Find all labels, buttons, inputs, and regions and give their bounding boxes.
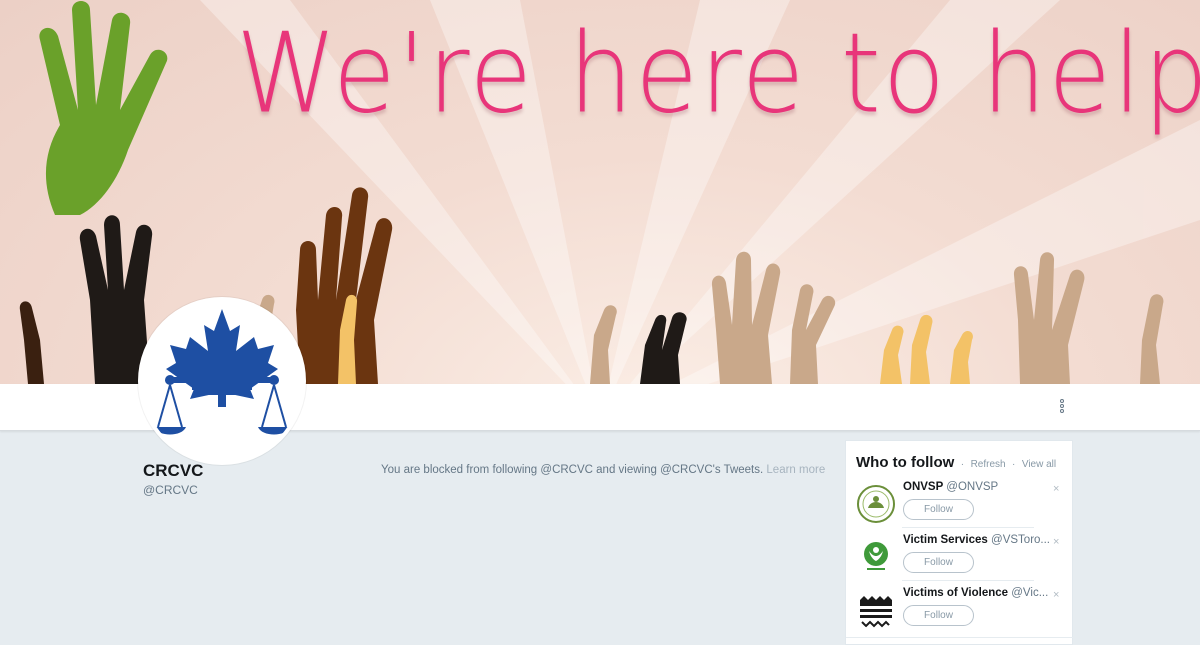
suggestion-name[interactable]: Victims of Violence <box>903 587 1008 599</box>
dismiss-icon[interactable]: × <box>1053 589 1059 601</box>
suggestion-name-line[interactable]: Victim Services @VSToro... <box>903 534 1050 546</box>
suggestion-name-line[interactable]: Victims of Violence @Vic... <box>903 587 1048 599</box>
suggestion-handle[interactable]: @VSToro... <box>991 534 1050 546</box>
victim-services-logo-icon <box>857 538 895 576</box>
suggestion-name-line[interactable]: ONVSP @ONVSP <box>903 481 998 493</box>
learn-more-link[interactable]: Learn more <box>766 464 825 476</box>
suggestion-item: Victims of Violence @Vic... × Follow <box>846 587 1074 640</box>
profile-handle[interactable]: @CRCVC <box>143 483 198 497</box>
victims-of-violence-logo-icon <box>857 591 895 629</box>
suggestion-handle[interactable]: @ONVSP <box>946 481 998 493</box>
suggestion-name[interactable]: Victim Services <box>903 534 988 546</box>
who-to-follow-header: Who to follow · Refresh · View all <box>856 454 1056 472</box>
divider <box>902 580 1034 581</box>
profile-name[interactable]: CRCVC <box>143 461 203 481</box>
view-all-link[interactable]: View all <box>1022 459 1056 470</box>
refresh-link[interactable]: Refresh <box>971 459 1006 470</box>
follow-button[interactable]: Follow <box>903 552 974 573</box>
more-options-icon[interactable] <box>1052 398 1072 418</box>
suggestion-name[interactable]: ONVSP <box>903 481 943 493</box>
suggestion-avatar[interactable] <box>856 590 896 630</box>
suggestion-handle[interactable]: @Vic... <box>1011 587 1048 599</box>
suggestion-avatar[interactable] <box>856 484 896 524</box>
who-to-follow-module: Who to follow · Refresh · View all ONVSP… <box>845 440 1074 645</box>
dismiss-icon[interactable]: × <box>1053 483 1059 495</box>
blocked-message: You are blocked from following @CRCVC an… <box>381 464 764 476</box>
dismiss-icon[interactable]: × <box>1053 536 1059 548</box>
banner-headline: We're here to help <box>236 10 1200 139</box>
separator-dot: · <box>960 459 965 470</box>
profile-avatar[interactable] <box>138 297 306 465</box>
blocked-notice: You are blocked from following @CRCVC an… <box>381 464 825 476</box>
divider <box>846 637 1074 638</box>
divider <box>902 527 1034 528</box>
onvsp-logo-icon <box>857 485 895 523</box>
suggestion-avatar[interactable] <box>856 537 896 577</box>
follow-button[interactable]: Follow <box>903 605 974 626</box>
follow-button[interactable]: Follow <box>903 499 974 520</box>
who-to-follow-title: Who to follow <box>856 454 955 471</box>
crcvc-logo-icon <box>154 309 290 435</box>
separator-dot: · <box>1012 459 1016 470</box>
